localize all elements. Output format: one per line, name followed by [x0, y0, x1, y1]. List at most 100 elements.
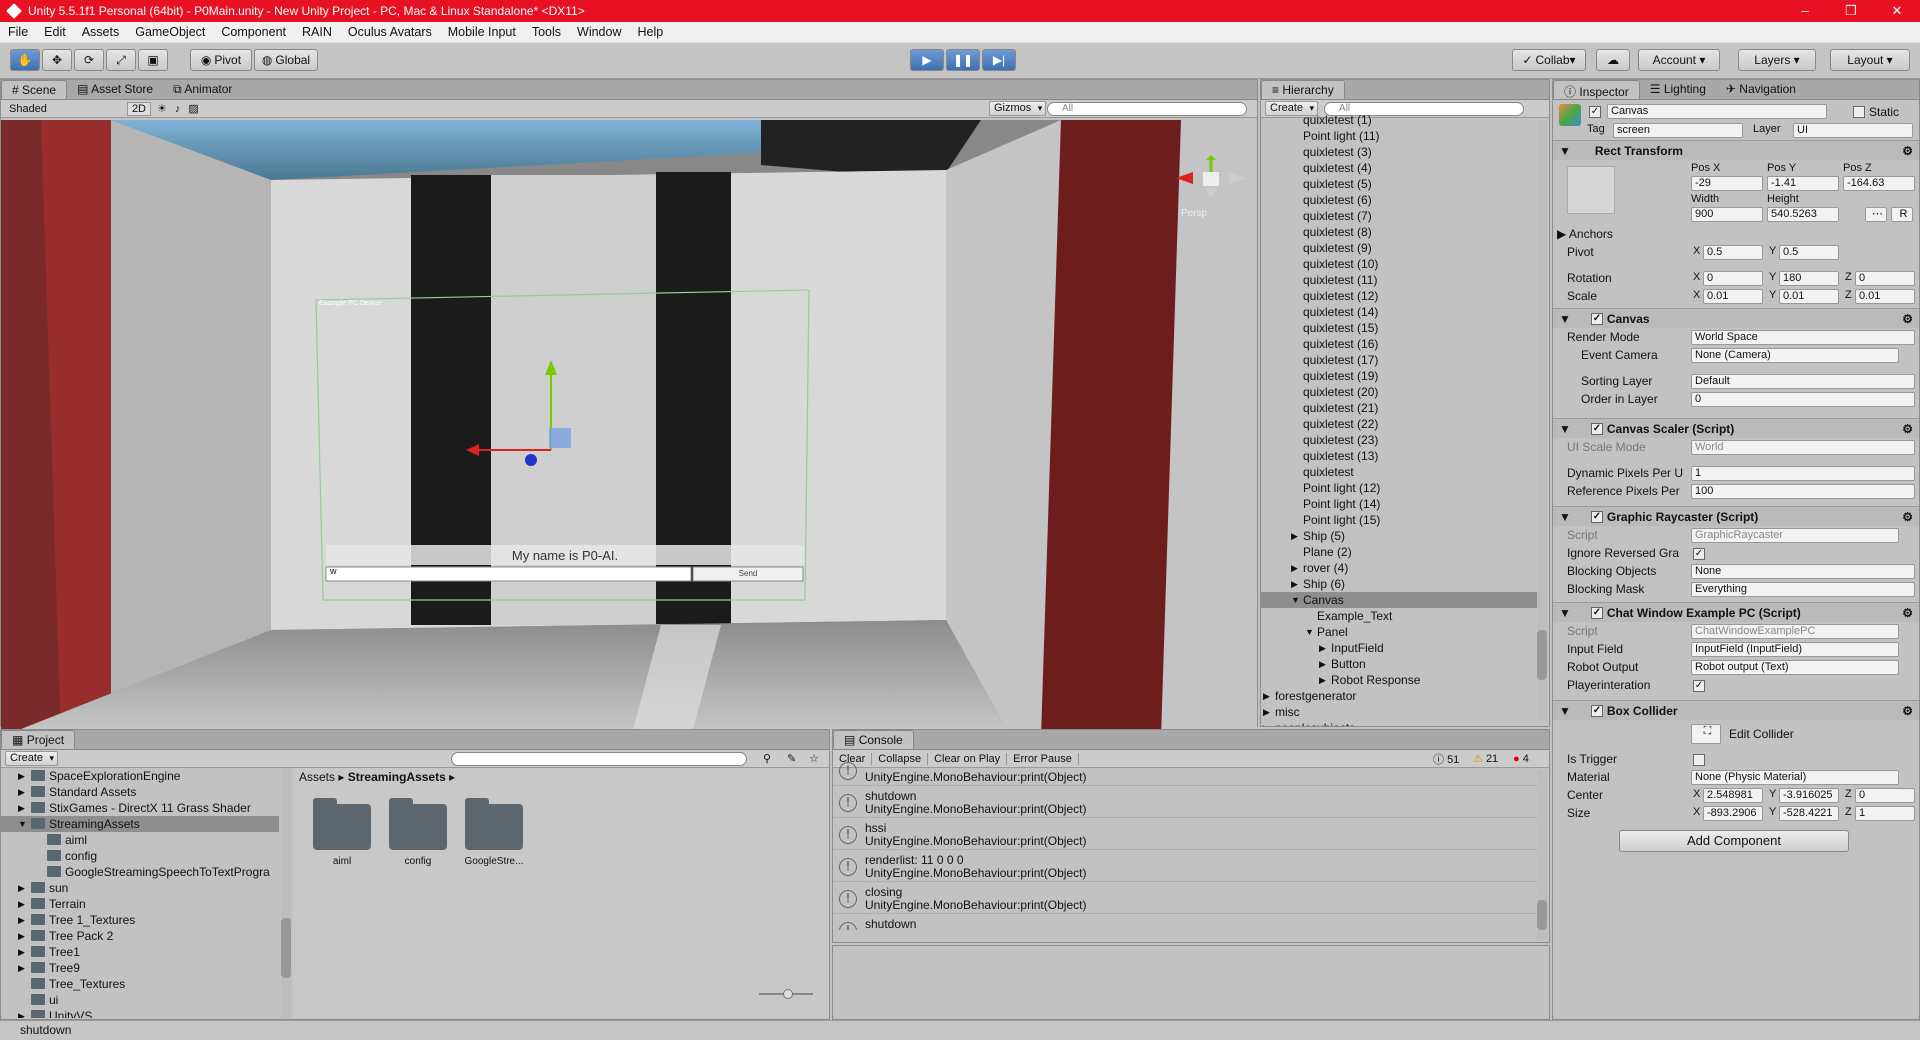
gear-icon[interactable]: ⚙	[1902, 606, 1913, 620]
hierarchy-item[interactable]: ▶ Robot Response	[1261, 672, 1537, 688]
playerinteration-checkbox[interactable]: ✓	[1693, 680, 1705, 692]
image-icon[interactable]: ▨	[188, 102, 198, 115]
expand-arrow-icon[interactable]: ▼	[18, 816, 27, 832]
anchor-preset-icon[interactable]	[1567, 166, 1615, 214]
hierarchy-item[interactable]: quixletest (19)	[1261, 368, 1537, 384]
project-tree-item[interactable]: ▶ SpaceExplorationEngine	[1, 768, 279, 784]
expand-arrow-icon[interactable]: ▶	[1263, 720, 1270, 726]
hierarchy-item[interactable]: ▶ Ship (5)	[1261, 528, 1537, 544]
is-trigger-checkbox[interactable]	[1693, 754, 1705, 766]
project-tree-item[interactable]: aiml	[1, 832, 279, 848]
expand-arrow-icon[interactable]: ▶	[1291, 576, 1298, 592]
raw-edit-button[interactable]: R	[1891, 207, 1913, 222]
center-y-field[interactable]: -3.916025	[1779, 788, 1839, 803]
anchors-foldout[interactable]: ▶ Anchors	[1557, 227, 1613, 241]
size-y-field[interactable]: -528.4221	[1779, 806, 1839, 821]
scale-tool-button[interactable]: ⤢	[106, 49, 136, 71]
blocking-mask-dropdown[interactable]: Everything	[1691, 582, 1915, 597]
raycaster-enabled-checkbox[interactable]: ✓	[1590, 510, 1603, 523]
expand-arrow-icon[interactable]: ▶	[18, 880, 25, 896]
hierarchy-item[interactable]: quixletest (12)	[1261, 288, 1537, 304]
hand-tool-button[interactable]: ✋	[10, 49, 40, 71]
console-scrollbar[interactable]	[1537, 770, 1547, 940]
project-tree-item[interactable]: config	[1, 848, 279, 864]
menu-component[interactable]: Component	[213, 25, 294, 39]
expand-arrow-icon[interactable]: ▼	[1305, 624, 1314, 640]
hierarchy-item[interactable]: quixletest (17)	[1261, 352, 1537, 368]
blocking-objects-dropdown[interactable]: None	[1691, 564, 1915, 579]
edit-collider-button[interactable]: ⛶	[1691, 724, 1721, 744]
object-name-field[interactable]: Canvas	[1607, 104, 1827, 119]
filter-by-label-icon[interactable]: ✎	[787, 752, 796, 765]
blueprint-mode-button[interactable]: ⋯	[1865, 207, 1887, 222]
hierarchy-item[interactable]: quixletest (21)	[1261, 400, 1537, 416]
folder-icon[interactable]	[465, 798, 523, 850]
project-create-dropdown[interactable]: Create	[5, 751, 59, 766]
persp-label[interactable]: Persp	[1181, 208, 1207, 219]
project-tree-item[interactable]: ▶ Tree Pack 2	[1, 928, 279, 944]
breadcrumb-streamingassets[interactable]: StreamingAssets	[348, 770, 446, 784]
graphic-raycaster-header[interactable]: ▼ ✓ Graphic Raycaster (Script) ⚙	[1553, 506, 1919, 526]
hierarchy-item[interactable]: ▶ InputField	[1261, 640, 1537, 656]
hierarchy-item[interactable]: Point light (12)	[1261, 480, 1537, 496]
project-tree-item[interactable]: ▶ sun	[1, 880, 279, 896]
rot-x-field[interactable]: 0	[1703, 271, 1763, 286]
hierarchy-item[interactable]: quixletest (1)	[1261, 112, 1537, 128]
filter-by-type-icon[interactable]: ⚲	[763, 752, 771, 765]
tab-inspector[interactable]: ⓘ Inspector	[1553, 80, 1640, 99]
hierarchy-item[interactable]: quixletest	[1261, 464, 1537, 480]
hierarchy-item[interactable]: quixletest (13)	[1261, 448, 1537, 464]
tab-lighting[interactable]: ☰ Lighting	[1640, 80, 1716, 99]
expand-arrow-icon[interactable]: ▶	[18, 944, 25, 960]
account-dropdown[interactable]: Account ▾	[1638, 49, 1720, 71]
layers-dropdown[interactable]: Layers ▾	[1738, 49, 1816, 71]
active-checkbox[interactable]: ✓	[1589, 106, 1601, 118]
size-x-field[interactable]: -893.2906	[1703, 806, 1763, 821]
order-in-layer-field[interactable]: 0	[1691, 392, 1915, 407]
hierarchy-item[interactable]: quixletest (20)	[1261, 384, 1537, 400]
chat-enabled-checkbox[interactable]: ✓	[1590, 606, 1603, 619]
robot-output-reference[interactable]: Robot output (Text)	[1691, 660, 1899, 675]
project-tree-item[interactable]: ▶ StixGames - DirectX 11 Grass Shader	[1, 800, 279, 816]
folder-icon[interactable]	[389, 798, 447, 850]
static-checkbox[interactable]	[1853, 106, 1865, 118]
hierarchy-scroll-thumb[interactable]	[1537, 630, 1547, 680]
expand-arrow-icon[interactable]: ▶	[1291, 528, 1298, 544]
canvas-enabled-checkbox[interactable]: ✓	[1590, 312, 1603, 325]
box-collider-header[interactable]: ▼ ✓ Box Collider ⚙	[1553, 700, 1919, 720]
hierarchy-item[interactable]: ▶ Button	[1261, 656, 1537, 672]
hierarchy-item[interactable]: quixletest (11)	[1261, 272, 1537, 288]
project-tree-item[interactable]: ▶ Terrain	[1, 896, 279, 912]
tab-hierarchy[interactable]: ≡ Hierarchy	[1261, 80, 1345, 99]
tab-asset-store[interactable]: ▤ Asset Store	[67, 80, 163, 99]
gizmos-dropdown[interactable]: Gizmos	[989, 101, 1047, 116]
hierarchy-item[interactable]: quixletest (9)	[1261, 240, 1537, 256]
sun-icon[interactable]: ☀	[157, 102, 167, 115]
pivot-x-field[interactable]: 0.5	[1703, 245, 1763, 260]
collider-enabled-checkbox[interactable]: ✓	[1590, 704, 1603, 717]
canvas-scaler-header[interactable]: ▼ ✓ Canvas Scaler (Script) ⚙	[1553, 418, 1919, 438]
posz-field[interactable]: -164.63	[1843, 176, 1915, 191]
icon-size-slider-thumb[interactable]	[783, 989, 793, 999]
menu-edit[interactable]: Edit	[36, 25, 74, 39]
expand-arrow-icon[interactable]: ▶	[18, 912, 25, 928]
audio-icon[interactable]: ♪	[175, 103, 181, 115]
gear-icon[interactable]: ⚙	[1902, 510, 1913, 524]
hierarchy-item[interactable]: Point light (11)	[1261, 128, 1537, 144]
menu-mobile-input[interactable]: Mobile Input	[440, 25, 524, 39]
project-tree-scroll-thumb[interactable]	[281, 918, 291, 978]
material-field[interactable]: None (Physic Material)	[1691, 770, 1899, 785]
expand-arrow-icon[interactable]: ▶	[18, 784, 25, 800]
project-search-input[interactable]	[451, 751, 747, 766]
height-field[interactable]: 540.5263	[1767, 207, 1839, 222]
rot-y-field[interactable]: 180	[1779, 271, 1839, 286]
hierarchy-item[interactable]: Point light (14)	[1261, 496, 1537, 512]
collab-dropdown[interactable]: ✓ Collab ▾	[1512, 49, 1586, 71]
scale-y-field[interactable]: 0.01	[1779, 289, 1839, 304]
rect-tool-button[interactable]: ▣	[138, 49, 168, 71]
hierarchy-item[interactable]: quixletest (15)	[1261, 320, 1537, 336]
global-button[interactable]: ◍ Global	[254, 49, 318, 71]
hierarchy-item[interactable]: ▶ Ship (6)	[1261, 576, 1537, 592]
expand-arrow-icon[interactable]: ▶	[1263, 688, 1270, 704]
gear-icon[interactable]: ⚙	[1902, 422, 1913, 436]
